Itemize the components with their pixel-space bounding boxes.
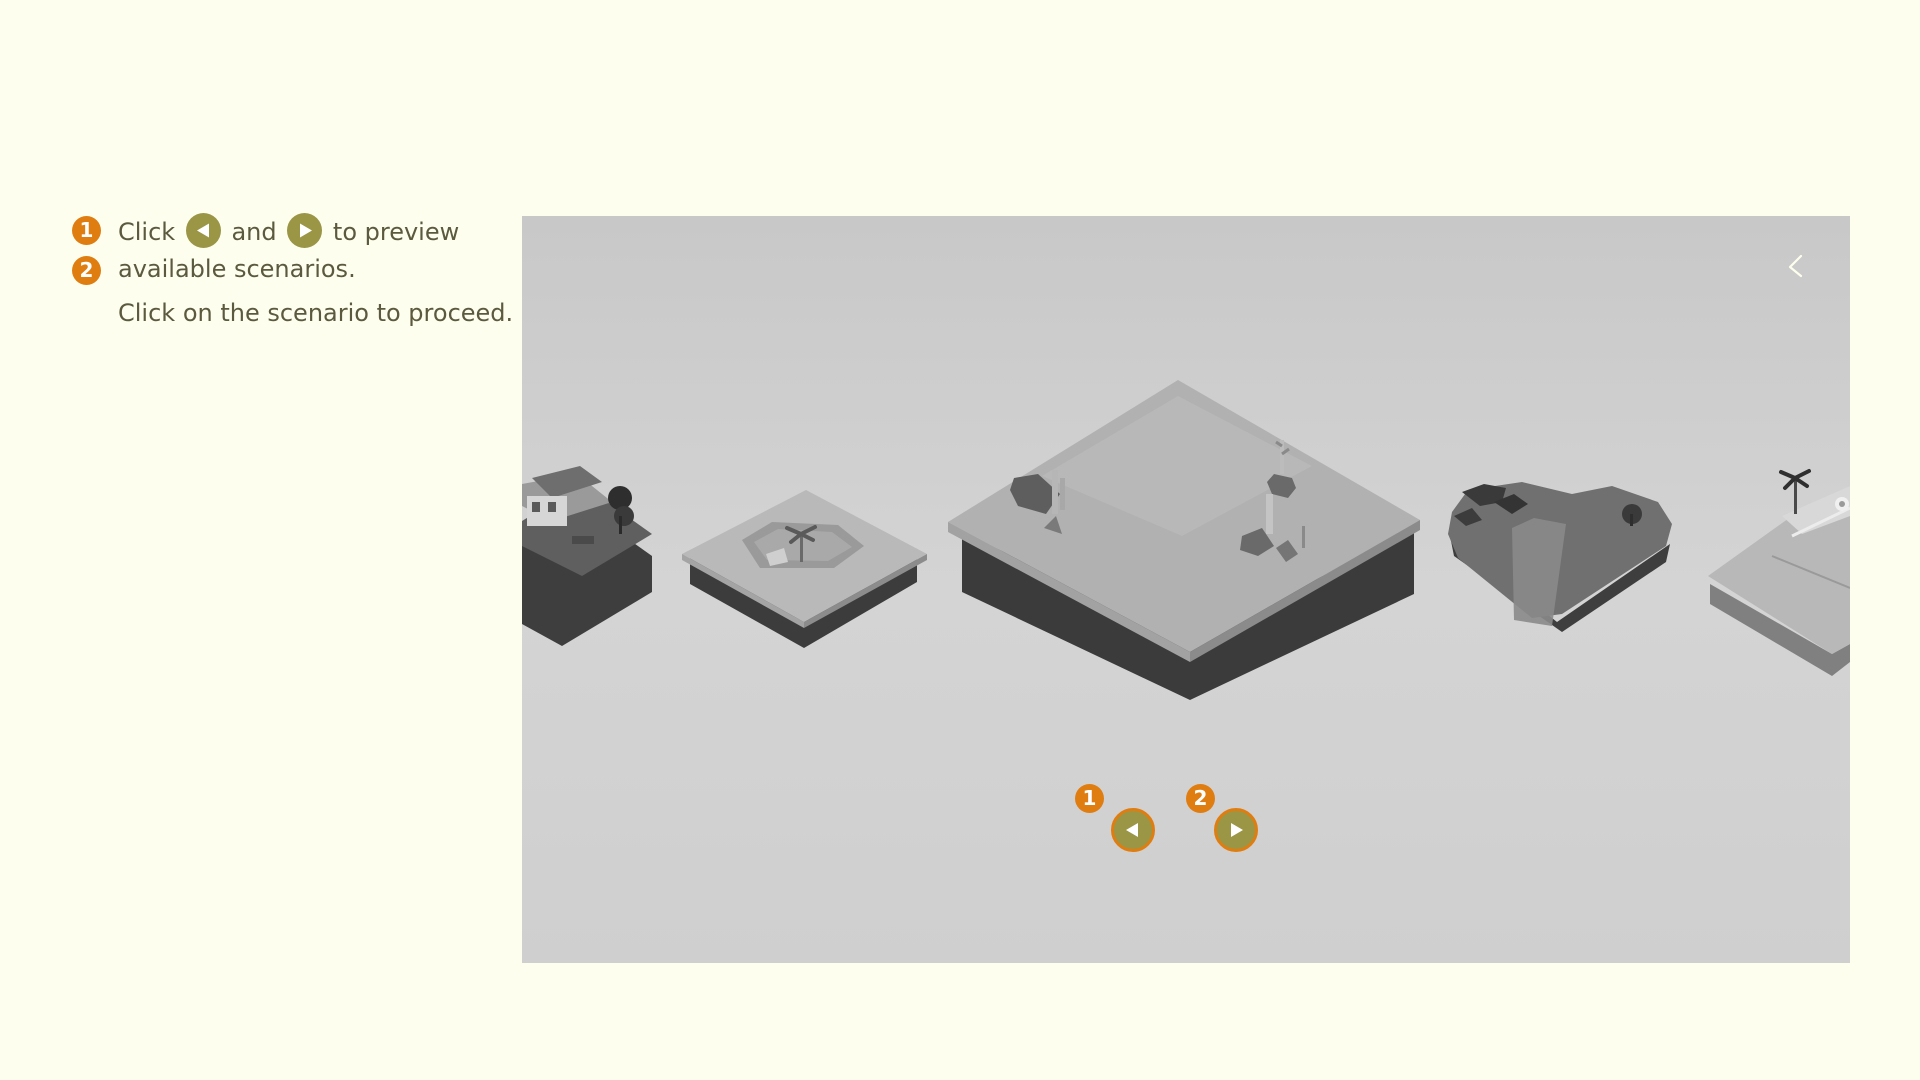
next-scenario-button[interactable] <box>1214 808 1258 852</box>
to-preview-text: to preview <box>332 218 460 246</box>
click-word: Click <box>118 218 176 246</box>
scenario-viewer: 1 2 <box>522 216 1850 963</box>
river-scenario[interactable] <box>1448 482 1672 632</box>
step-badge-2: 2 <box>72 256 101 285</box>
back-chevron-icon <box>1788 254 1803 278</box>
right-arrow-icon <box>1231 823 1243 837</box>
instruction-proceed: Click on the scenario to proceed. <box>118 298 514 327</box>
right-arrow-icon <box>287 212 323 248</box>
previous-scenario-button[interactable] <box>1111 808 1155 852</box>
page: 1 2 Click and to preview available scena… <box>0 0 1920 1080</box>
instructions-panel: 1 2 Click and to preview available scena… <box>72 212 514 331</box>
desert-scenario[interactable] <box>948 380 1420 700</box>
step-badges: 1 2 <box>72 216 102 285</box>
nav-badge-2: 2 <box>1186 784 1215 813</box>
left-arrow-icon <box>1126 823 1138 837</box>
and-word: and <box>231 218 277 246</box>
farm-scenario[interactable] <box>522 466 652 646</box>
instruction-line-2: available scenarios. <box>118 254 356 283</box>
oasis-scenario[interactable] <box>682 490 927 648</box>
close-button[interactable] <box>1784 252 1812 280</box>
instruction-line-1: Click and to preview <box>118 212 492 251</box>
step-badge-1: 1 <box>72 216 101 245</box>
instruction-text: Click and to preview available scenarios… <box>118 212 514 331</box>
left-arrow-icon <box>185 212 221 248</box>
beach-scenario[interactable] <box>1708 469 1850 676</box>
nav-badge-1: 1 <box>1075 784 1104 813</box>
